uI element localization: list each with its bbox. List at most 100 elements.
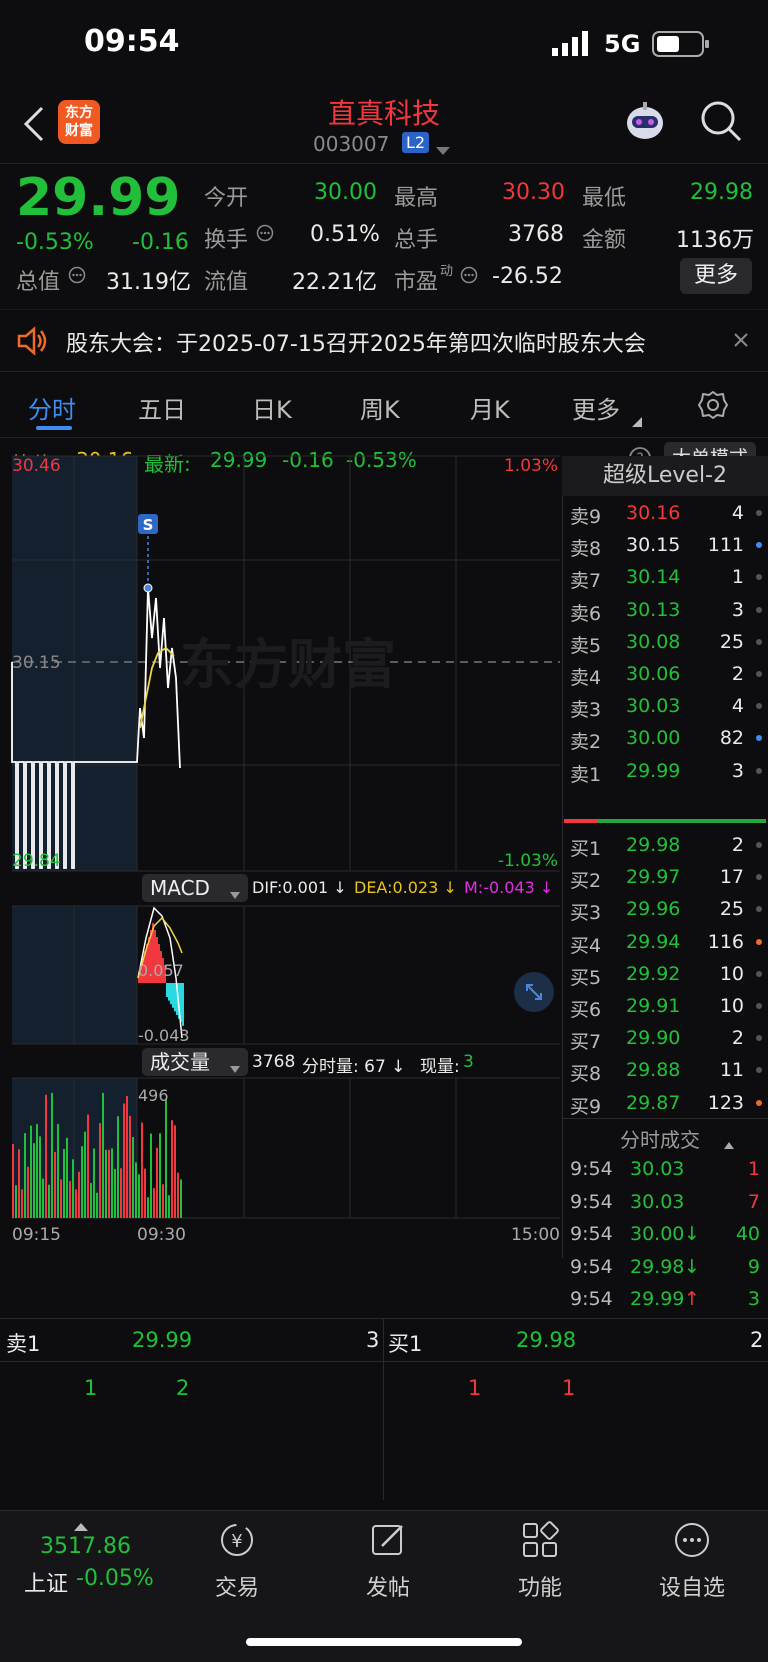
nav-functions[interactable]: 功能 bbox=[485, 1520, 595, 1602]
queue-buy-order: 1 bbox=[562, 1376, 576, 1400]
volume-bar bbox=[87, 1114, 89, 1218]
nav-add-watchlist[interactable]: 设自选 bbox=[637, 1520, 747, 1602]
volume-bar bbox=[15, 1185, 17, 1218]
volume-bar bbox=[42, 1178, 44, 1218]
bid-row[interactable]: 买8 29.88 11 bbox=[560, 1055, 768, 1087]
volume-bar bbox=[129, 1115, 131, 1218]
turnover-value: 0.51% bbox=[310, 222, 380, 247]
turnover-label: 换手 bbox=[204, 228, 249, 253]
macd-bar bbox=[170, 983, 172, 1005]
bid-price: 29.87 bbox=[626, 1091, 681, 1114]
ask-row[interactable]: 卖4 30.06 2 bbox=[560, 659, 768, 691]
axis-high-pct: 1.03% bbox=[504, 456, 558, 476]
chevron-up-icon bbox=[724, 1134, 734, 1153]
volume-now-label: 现量: bbox=[420, 1057, 460, 1077]
search-icon[interactable] bbox=[700, 100, 742, 146]
info-icon[interactable] bbox=[68, 266, 86, 288]
volume-bar bbox=[141, 1122, 143, 1218]
ask-level: 卖4 bbox=[570, 667, 602, 689]
info-icon[interactable] bbox=[256, 224, 274, 246]
bid-volume: 123 bbox=[707, 1091, 744, 1114]
index-name[interactable]: 上证 bbox=[24, 1566, 68, 1598]
bid-row[interactable]: 买6 29.91 10 bbox=[560, 991, 768, 1023]
volume-bar bbox=[180, 1179, 182, 1218]
close-icon[interactable] bbox=[733, 332, 749, 352]
volume-bar bbox=[78, 1171, 80, 1218]
volume-bar bbox=[126, 1096, 128, 1218]
axis-low-pct: -1.03% bbox=[498, 851, 558, 871]
indicator-dot bbox=[756, 574, 762, 581]
tab-weekly-k[interactable]: 周K bbox=[360, 390, 400, 425]
trade-time: 9:54 bbox=[570, 1190, 613, 1213]
level2-title[interactable]: 超级Level-2 bbox=[562, 456, 768, 496]
volume-bar bbox=[99, 1123, 101, 1218]
nav-add-watchlist-label: 设自选 bbox=[658, 1576, 725, 1601]
volume-bar bbox=[75, 1189, 77, 1218]
tab-intraday[interactable]: 分时 bbox=[28, 390, 76, 425]
low-label: 最低 bbox=[582, 186, 627, 211]
ask-row[interactable]: 卖5 30.08 25 bbox=[560, 627, 768, 659]
bid-row[interactable]: 买7 29.90 2 bbox=[560, 1023, 768, 1055]
ask-row[interactable]: 卖2 30.00 82 bbox=[560, 723, 768, 755]
volume-bar bbox=[105, 1149, 107, 1218]
gear-icon[interactable] bbox=[698, 390, 728, 424]
volume-bar bbox=[72, 1159, 74, 1218]
tab-more[interactable]: 更多 bbox=[572, 390, 620, 425]
ratio-bar-sell bbox=[564, 819, 598, 823]
bid-level: 买6 bbox=[570, 999, 602, 1021]
trade-time: 9:54 bbox=[570, 1158, 613, 1180]
bid-volume: 10 bbox=[719, 995, 744, 1017]
bid-row[interactable]: 买3 29.96 25 bbox=[560, 894, 768, 926]
tab-five-day[interactable]: 五日 bbox=[138, 390, 186, 425]
trade-price: 30.03 bbox=[630, 1190, 685, 1213]
macd-selector-label: MACD bbox=[150, 876, 210, 900]
nav-post-label: 发帖 bbox=[365, 1576, 410, 1601]
dropdown-icon[interactable] bbox=[436, 140, 450, 159]
high-value: 30.30 bbox=[502, 180, 565, 205]
macd-axis-bottom: -0.043 bbox=[138, 1026, 190, 1045]
volume-bar bbox=[111, 1148, 113, 1218]
trades-title[interactable]: 分时成交 bbox=[620, 1124, 700, 1153]
bid-row[interactable]: 买1 29.98 2 bbox=[560, 830, 768, 862]
volume-bar bbox=[162, 1184, 164, 1218]
ask-row[interactable]: 卖6 30.13 3 bbox=[560, 595, 768, 627]
more-button[interactable]: 更多 bbox=[680, 258, 752, 294]
expand-icon[interactable] bbox=[514, 972, 554, 1012]
volume-intraday: 分时量: 67 ↓ bbox=[302, 1057, 406, 1077]
bid-level: 买8 bbox=[570, 1063, 602, 1086]
volume-total: 3768 bbox=[252, 1052, 296, 1072]
indicator-dot bbox=[756, 735, 762, 742]
notice-bar[interactable]: 股东大会：于2025-07-15召开2025年第四次临时股东大会 bbox=[0, 309, 768, 372]
nav-post[interactable]: 发帖 bbox=[333, 1520, 443, 1602]
ask-row[interactable]: 卖7 30.14 1 bbox=[560, 562, 768, 594]
indicator-dot bbox=[756, 1035, 762, 1042]
home-indicator[interactable] bbox=[246, 1638, 522, 1646]
index-pct[interactable]: -0.05% bbox=[76, 1566, 154, 1591]
ask-row[interactable]: 卖8 30.15 111 bbox=[560, 530, 768, 562]
ask-row[interactable]: 卖9 30.16 4 bbox=[560, 498, 768, 530]
ask-row[interactable]: 卖1 29.99 3 bbox=[560, 756, 768, 788]
signal-text: S bbox=[143, 516, 154, 534]
bid-row[interactable]: 买5 29.92 10 bbox=[560, 959, 768, 991]
tab-daily-k[interactable]: 日K bbox=[252, 390, 292, 425]
tab-monthly-k[interactable]: 月K bbox=[470, 390, 510, 425]
bid-row[interactable]: 买4 29.94 116 bbox=[560, 927, 768, 959]
macd-bar bbox=[168, 983, 170, 1001]
nav-trade[interactable]: ¥ 交易 bbox=[182, 1520, 292, 1602]
float-label: 流值 bbox=[204, 270, 249, 295]
volume-bar bbox=[66, 1137, 68, 1218]
chevron-down-icon bbox=[230, 884, 240, 903]
bid-volume: 10 bbox=[719, 962, 744, 985]
chevron-up-icon bbox=[74, 1516, 88, 1535]
ask-volume: 3 bbox=[731, 759, 744, 782]
level-badge[interactable]: L2 bbox=[402, 132, 430, 153]
trade-row: 9:54 30.03 7 bbox=[560, 1187, 768, 1219]
robot-assistant-icon[interactable] bbox=[622, 98, 668, 148]
bid-row[interactable]: 买2 29.97 17 bbox=[560, 862, 768, 894]
index-value[interactable]: 3517.86 bbox=[40, 1534, 131, 1559]
bid-level: 买7 bbox=[570, 1031, 602, 1054]
ask-row[interactable]: 卖3 30.03 4 bbox=[560, 691, 768, 723]
bid-row[interactable]: 买9 29.87 123 bbox=[560, 1088, 768, 1120]
info-icon[interactable] bbox=[460, 266, 478, 288]
indicator-dot bbox=[756, 874, 762, 881]
